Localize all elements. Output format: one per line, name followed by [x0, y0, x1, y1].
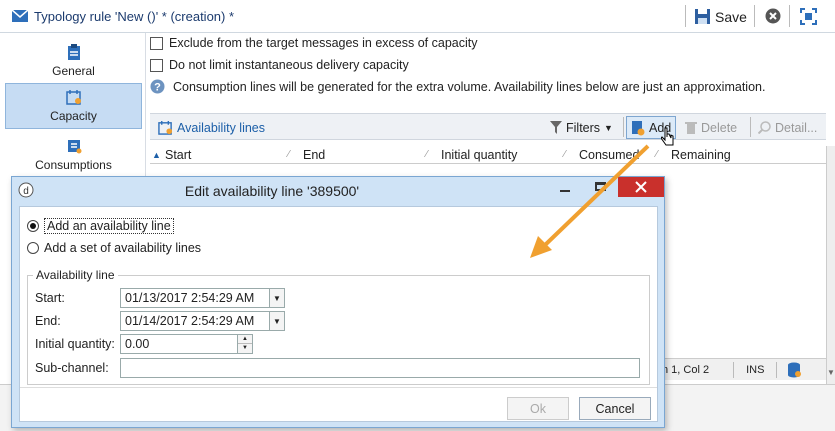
callout-arrow: [530, 144, 650, 258]
mouse-cursor-icon: [661, 127, 675, 147]
